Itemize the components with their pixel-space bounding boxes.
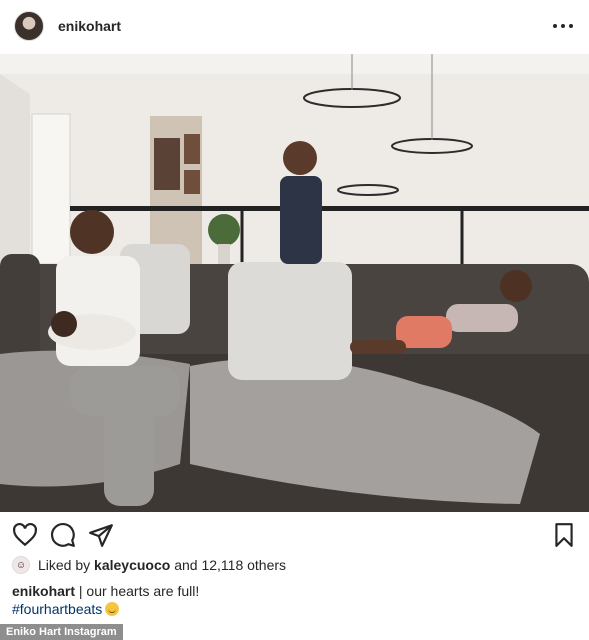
post-username[interactable]: enikohart: [58, 18, 121, 34]
likes-prefix: Liked by: [38, 557, 91, 573]
dot: [561, 24, 565, 28]
likes-suffix[interactable]: and 12,118 others: [174, 557, 286, 573]
painting-small: [184, 134, 200, 164]
heart-icon[interactable]: [12, 522, 38, 548]
painting-small-2: [184, 170, 200, 194]
boy-head: [70, 210, 114, 254]
dot: [553, 24, 557, 28]
toddler-head: [500, 270, 532, 302]
girl-head: [283, 141, 317, 175]
baby-head: [51, 311, 77, 337]
caption-username[interactable]: enikohart: [12, 583, 75, 599]
paper-plane-icon[interactable]: [88, 522, 114, 548]
action-bar: [12, 522, 577, 548]
toddler-shirt: [446, 304, 518, 332]
photo-credit: Eniko Hart Instagram: [0, 624, 123, 640]
bookmark-icon[interactable]: [551, 522, 577, 548]
comment-bubble-icon[interactable]: [50, 522, 76, 548]
profile-avatar[interactable]: [14, 11, 44, 41]
caption-text: | our hearts are full!: [78, 583, 200, 599]
girl-shirt: [280, 176, 322, 264]
post-caption: enikohart | our hearts are full! #fourha…: [12, 582, 577, 618]
pillow-center: [228, 262, 352, 380]
toddler-legs: [350, 340, 406, 354]
liker-username[interactable]: kaleycuoco: [94, 557, 170, 573]
boy-leg: [104, 406, 154, 506]
caption-hashtag[interactable]: #fourhartbeats: [12, 601, 102, 617]
dot: [569, 24, 573, 28]
door: [31, 113, 71, 265]
post-header: enikohart: [0, 0, 589, 52]
like-stats: ☺ Liked by kaleycuoco and 12,118 others: [12, 556, 286, 574]
liker-avatar[interactable]: ☺: [12, 556, 30, 574]
photo-illustration: [0, 54, 589, 512]
smile-emoji-icon: [105, 602, 120, 616]
painting: [154, 138, 180, 190]
plant: [208, 214, 240, 246]
post-photo[interactable]: [0, 54, 589, 512]
more-options-icon[interactable]: [553, 16, 573, 36]
railing: [70, 206, 589, 211]
